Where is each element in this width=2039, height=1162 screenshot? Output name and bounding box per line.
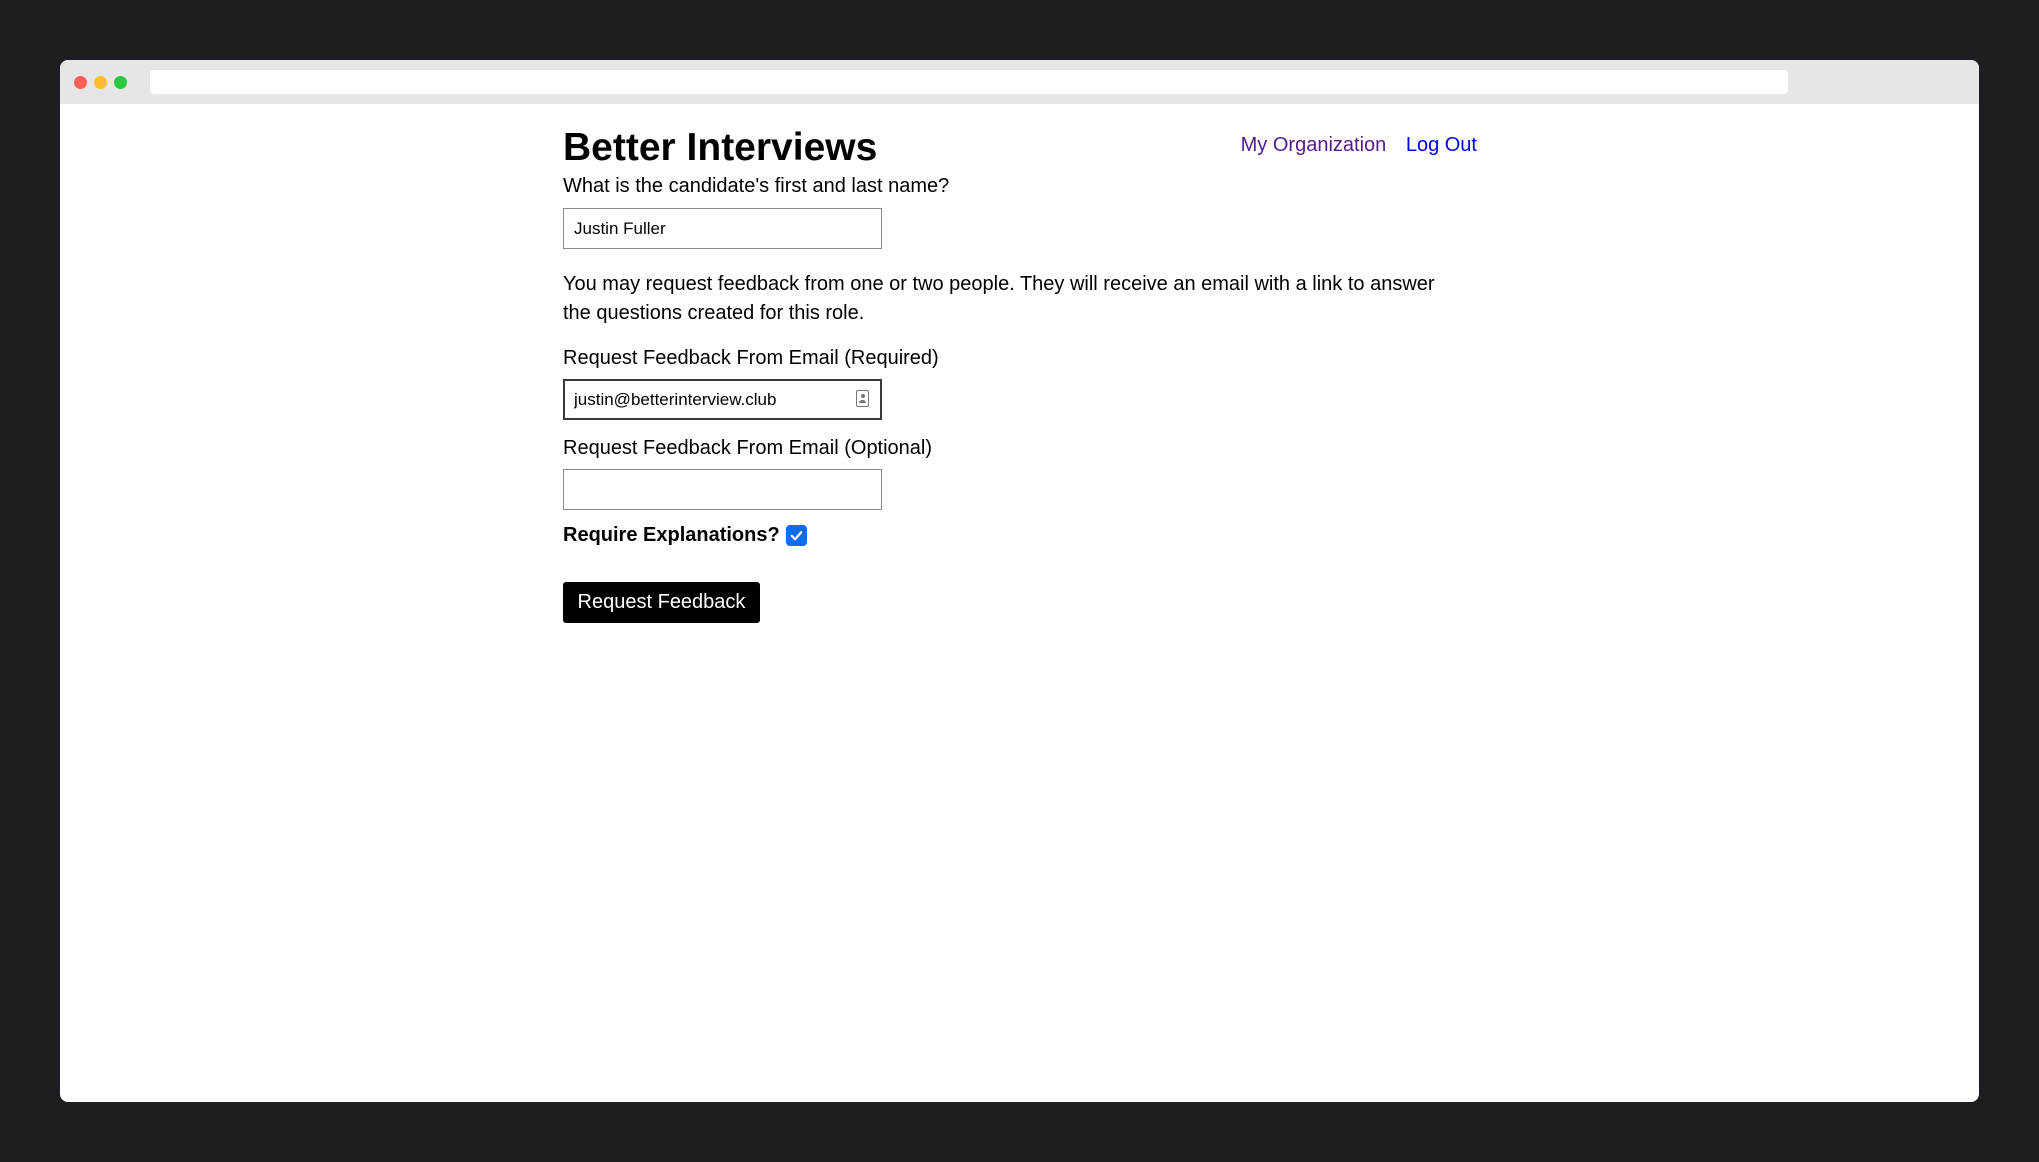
my-organization-link[interactable]: My Organization bbox=[1241, 134, 1387, 156]
email-optional-label: Request Feedback From Email (Optional) bbox=[563, 437, 933, 459]
candidate-name-input[interactable] bbox=[563, 208, 882, 249]
page-title: Better Interviews bbox=[563, 126, 878, 169]
header-nav: My Organization Log Out bbox=[1241, 134, 1477, 157]
email-required-field-wrapper bbox=[563, 379, 882, 420]
browser-window: Better Interviews My Organization Log Ou… bbox=[60, 60, 1979, 1102]
request-feedback-button[interactable]: Request Feedback bbox=[563, 582, 760, 623]
email-optional-input[interactable] bbox=[563, 469, 882, 510]
email-required-label: Request Feedback From Email (Required) bbox=[563, 347, 939, 369]
page-content: Better Interviews My Organization Log Ou… bbox=[60, 104, 1979, 1102]
minimize-window-icon[interactable] bbox=[94, 76, 107, 89]
require-explanations-row: Require Explanations? bbox=[563, 524, 807, 547]
maximize-window-icon[interactable] bbox=[114, 76, 127, 89]
contact-card-icon[interactable] bbox=[856, 390, 869, 407]
log-out-link[interactable]: Log Out bbox=[1406, 134, 1477, 156]
address-bar[interactable] bbox=[150, 70, 1788, 94]
email-required-input[interactable] bbox=[563, 379, 882, 420]
browser-titlebar bbox=[60, 60, 1979, 104]
require-explanations-checkbox[interactable] bbox=[785, 525, 807, 546]
checkmark-icon bbox=[790, 531, 803, 541]
info-text: You may request feedback from one or two… bbox=[563, 273, 1435, 324]
close-window-icon[interactable] bbox=[74, 76, 87, 89]
candidate-name-label: What is the candidate's first and last n… bbox=[563, 175, 950, 197]
require-explanations-label: Require Explanations? bbox=[563, 524, 780, 546]
